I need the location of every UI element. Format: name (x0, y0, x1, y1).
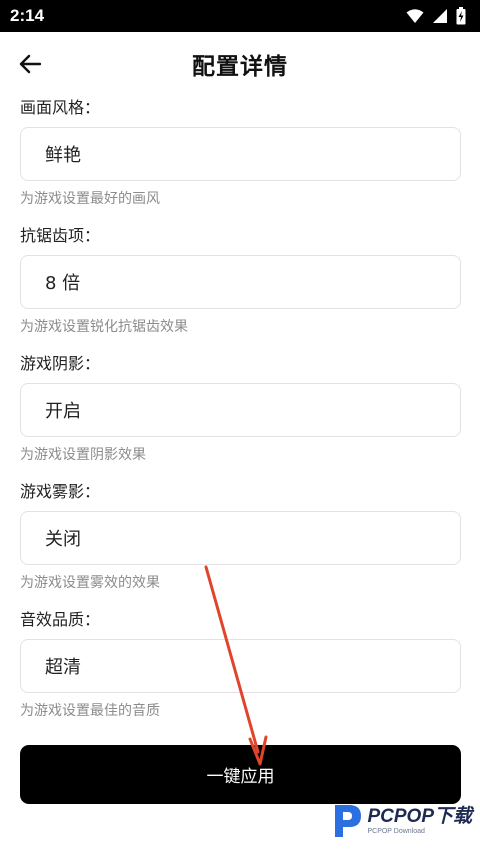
setting-label: 画面风格： (20, 98, 101, 117)
graphics-style-select[interactable]: 鲜艳 (20, 127, 461, 181)
setting-hint: 为游戏设置最好的画风 (20, 191, 160, 207)
audio-quality-select[interactable]: 超清 (20, 639, 461, 693)
apply-all-button[interactable]: 一键应用 (20, 745, 461, 804)
setting-label: 游戏雾影： (20, 482, 101, 501)
app-bar: 配置详情 (0, 32, 480, 96)
setting-shadows: 游戏阴影： 开启 为游戏设置阴影效果 (20, 352, 461, 463)
setting-hint: 为游戏设置阴影效果 (20, 447, 146, 463)
back-button[interactable] (14, 48, 46, 80)
cellular-signal-icon (433, 9, 447, 23)
page-title: 配置详情 (192, 54, 288, 80)
watermark: PCPOP下载 PCPOP Download (331, 803, 472, 839)
shadows-select[interactable]: 开启 (20, 383, 461, 437)
watermark-text: PCPOP下载 (367, 806, 472, 827)
battery-charging-icon (456, 7, 466, 25)
setting-label: 音效品质： (20, 610, 101, 629)
status-icons (406, 7, 466, 25)
setting-anti-aliasing: 抗锯齿项： 8 倍 为游戏设置锐化抗锯齿效果 (20, 224, 461, 335)
setting-graphics-style: 画面风格： 鲜艳 为游戏设置最好的画风 (20, 96, 461, 207)
setting-audio-quality: 音效品质： 超清 为游戏设置最佳的音质 (20, 608, 461, 719)
setting-label: 游戏阴影： (20, 354, 101, 373)
setting-fog: 游戏雾影： 关闭 为游戏设置雾效的效果 (20, 480, 461, 591)
setting-hint: 为游戏设置雾效的效果 (20, 575, 160, 591)
setting-label: 抗锯齿项： (20, 226, 101, 245)
watermark-subtext: PCPOP Download (367, 828, 425, 835)
status-bar: 2:14 (0, 0, 480, 32)
setting-hint: 为游戏设置锐化抗锯齿效果 (20, 319, 188, 335)
anti-aliasing-select[interactable]: 8 倍 (20, 255, 461, 309)
setting-hint: 为游戏设置最佳的音质 (20, 703, 160, 719)
status-time: 2:14 (10, 6, 45, 25)
pcpop-logo-icon (335, 805, 362, 837)
back-arrow-icon (19, 54, 41, 74)
wifi-icon (406, 9, 424, 23)
fog-select[interactable]: 关闭 (20, 511, 461, 565)
